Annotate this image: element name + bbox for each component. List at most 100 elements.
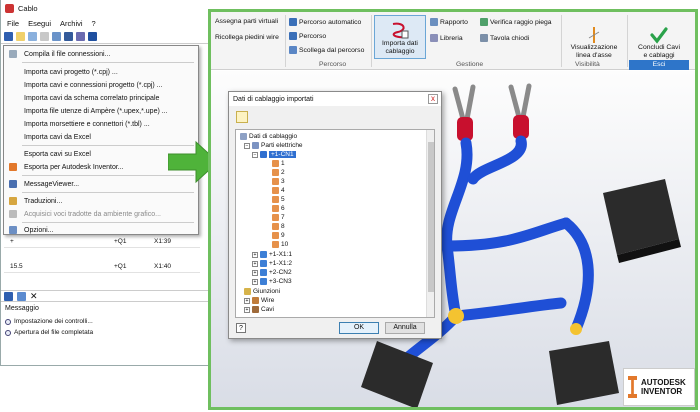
tree-pin[interactable]: 2 (272, 169, 285, 176)
connector-icon (260, 251, 267, 258)
close-button[interactable]: x (428, 94, 438, 104)
scrollbar-thumb[interactable] (428, 142, 434, 292)
assegna-parti-button[interactable]: Assegna parti virtuali (215, 18, 278, 25)
inventor-icon (9, 163, 17, 171)
ok-button[interactable]: OK (339, 322, 379, 334)
cell: X1:40 (154, 263, 171, 270)
tree-pin[interactable]: 4 (272, 187, 285, 194)
tree-cavi[interactable]: + Cavi (244, 306, 274, 313)
collapse-icon[interactable]: − (244, 142, 250, 149)
tree-x1-2[interactable]: + +1-X1:2 (252, 260, 292, 267)
filter-icon[interactable] (17, 291, 26, 301)
settings-icon (9, 226, 17, 234)
expand-icon[interactable]: + (252, 278, 258, 285)
menu-item-acquisici[interactable]: Acquisici voci tradotte da ambiente graf… (4, 208, 198, 220)
percorso-automatico-button[interactable]: Percorso automatico (289, 18, 361, 26)
menu-item-importa-morsettiere[interactable]: Importa morsettiere e connettori (*.tbl)… (4, 118, 198, 130)
menu-archivi[interactable]: Archivi (60, 19, 83, 28)
tree-parti-elettriche[interactable]: − Parti elettriche (244, 142, 303, 149)
percorso-button[interactable]: Percorso (289, 32, 326, 40)
monitor-icon[interactable] (64, 32, 73, 41)
menu-item-importa-utenze[interactable]: Importa file utenze di Ampère (*.upex,*.… (4, 105, 198, 117)
tree-pin[interactable]: 9 (272, 232, 285, 239)
concludi-cavi-button[interactable]: Concludi Cavi e cablaggi (629, 16, 689, 60)
ribbon: Assegna parti virtuali Ricollega piedini… (211, 12, 695, 70)
menu-item-compila[interactable]: Compila il file connessioni... (4, 48, 198, 60)
tree-pin[interactable]: 5 (272, 196, 285, 203)
list-item[interactable]: Impostazione dei controlli... (5, 318, 93, 325)
tree-pin[interactable]: 3 (272, 178, 285, 185)
tree-cn1[interactable]: − +1-CN1 (252, 151, 296, 158)
tree-label: +2-CN2 (269, 269, 292, 276)
import-harness-icon (392, 22, 409, 39)
menu-item-opzioni[interactable]: Opzioni... (4, 224, 198, 236)
help-button[interactable]: ? (236, 323, 246, 333)
expand-icon[interactable]: + (244, 306, 250, 313)
expand-icon[interactable]: + (252, 269, 258, 276)
title-bar: Cablo (1, 0, 213, 16)
visualizzazione-linea-asse-button[interactable]: Visualizzazione linea d'asse (564, 16, 624, 60)
table-row[interactable]: + +Q1 X1:39 (4, 236, 200, 248)
grid-icon[interactable] (52, 32, 61, 41)
scollega-button[interactable]: Scollega dal percorso (289, 46, 364, 54)
tree-pin[interactable]: 10 (272, 241, 288, 248)
list-icon[interactable] (4, 32, 13, 41)
help-icon[interactable] (88, 32, 97, 41)
message-icon (9, 180, 17, 188)
print-icon[interactable] (40, 32, 49, 41)
lightbulb-icon[interactable] (236, 111, 248, 123)
expand-icon[interactable]: + (252, 260, 258, 267)
table-row[interactable]: 15.5 +Q1 X1:40 (4, 261, 200, 273)
importa-dati-cablaggio-button[interactable]: Importa dati cablaggio (374, 15, 426, 59)
tree-wire[interactable]: + Wire (244, 297, 274, 304)
pin-icon (272, 241, 279, 248)
list-item[interactable]: Apertura del file completata (5, 329, 93, 336)
tree-pin[interactable]: 7 (272, 214, 285, 221)
menu-item-importa-schema[interactable]: Importa cavi da schema correlato princip… (4, 92, 198, 104)
pin-icon (272, 196, 279, 203)
tree-giunzioni[interactable]: Giunzioni (244, 288, 280, 295)
tree-pin[interactable]: 6 (272, 205, 285, 212)
messages-header: Messaggio (5, 305, 39, 312)
tree-cn3[interactable]: + +3-CN3 (252, 278, 292, 285)
menu-item-importa-cavi[interactable]: Importa cavi progetto (*.cpj) ... (4, 66, 198, 78)
library-icon (430, 34, 438, 42)
tree-label: 4 (281, 187, 285, 194)
tree-cn2[interactable]: + +2-CN2 (252, 269, 292, 276)
menu-item-traduzioni[interactable]: Traduzioni... (4, 195, 198, 207)
menu-help[interactable]: ? (92, 19, 96, 28)
tree-pin[interactable]: 1 (272, 160, 285, 167)
tree-label: Parti elettriche (261, 142, 303, 149)
connector-icon (260, 151, 267, 158)
expand-icon[interactable]: + (252, 251, 258, 258)
export-icon[interactable] (76, 32, 85, 41)
menu-file[interactable]: File (7, 19, 19, 28)
tree-scrollbar[interactable] (426, 130, 434, 317)
pin-icon (272, 178, 279, 185)
libreria-button[interactable]: Libreria (430, 34, 463, 42)
expand-icon[interactable]: + (244, 297, 250, 304)
junction-marker (570, 323, 582, 335)
collapse-icon[interactable]: − (252, 151, 258, 158)
save-icon[interactable] (4, 291, 13, 301)
folder-icon[interactable] (16, 32, 25, 41)
menu-separator (22, 222, 194, 223)
connector-icon (260, 260, 267, 267)
tree-pin[interactable]: 8 (272, 223, 285, 230)
inventor-window: Assegna parti virtuali Ricollega piedini… (208, 9, 698, 410)
verifica-raggio-button[interactable]: Verifica raggio piega (480, 18, 552, 26)
harness-tree: Dati di cablaggio − Parti elettriche − +1-… (235, 129, 435, 318)
tavola-chiodi-button[interactable]: Tavola chiodi (480, 34, 529, 42)
cancel-button[interactable]: Annulla (385, 322, 425, 334)
tree-label: 3 (281, 178, 285, 185)
menu-item-importa-cavi-connessioni[interactable]: Importa cavi e connessioni progetto (*.c… (4, 79, 198, 91)
close-icon[interactable]: ✕ (30, 291, 38, 301)
menu-esegui[interactable]: Esegui (28, 19, 51, 28)
tree-x1-1[interactable]: + +1-X1:1 (252, 251, 292, 258)
info-icon (5, 329, 11, 336)
junction-marker (448, 308, 464, 324)
save-icon[interactable] (28, 32, 37, 41)
tree-root[interactable]: Dati di cablaggio (240, 133, 297, 140)
ricollega-button[interactable]: Ricollega piedini wire (215, 34, 279, 41)
rapporto-button[interactable]: Rapporto (430, 18, 468, 26)
